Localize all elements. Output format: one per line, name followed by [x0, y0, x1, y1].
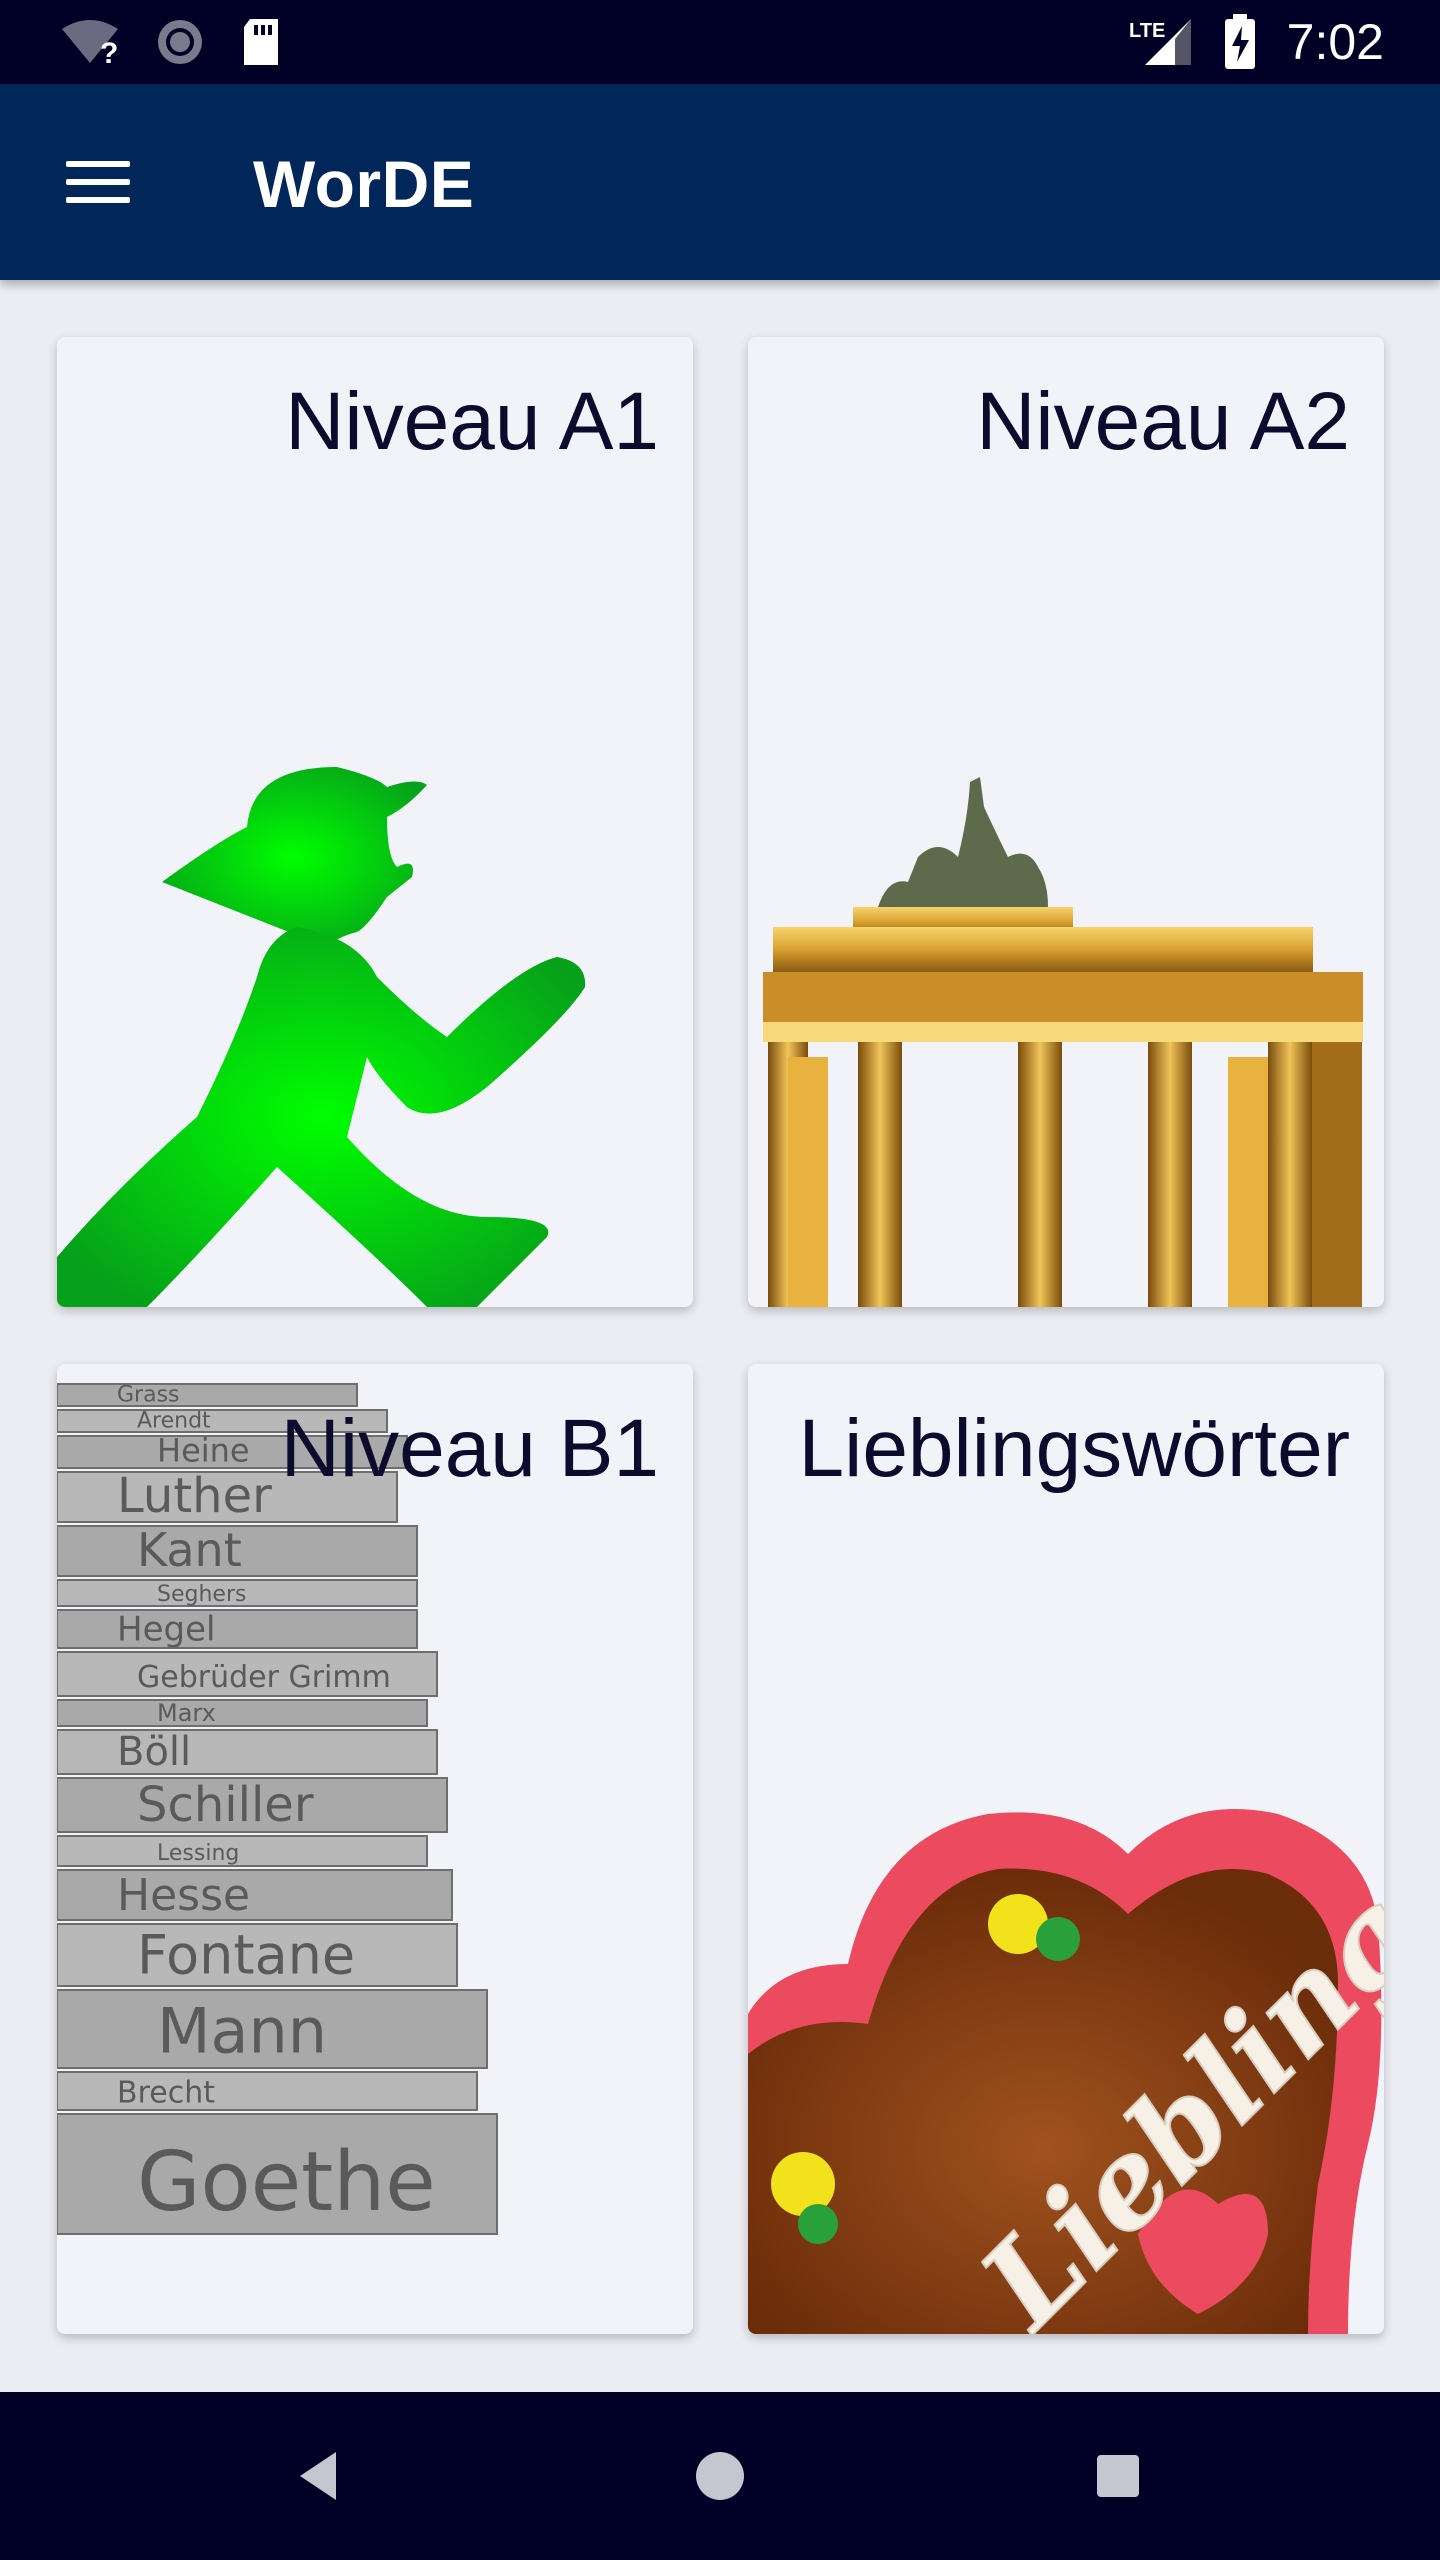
navigation-bar: [0, 2392, 1440, 2560]
card-title: Niveau A1: [285, 376, 659, 467]
book: Hegel: [57, 1609, 418, 1649]
book: Hesse: [57, 1869, 453, 1921]
card-title: Lieblingswörter: [798, 1403, 1351, 1494]
book: Gebrüder Grimm: [57, 1651, 438, 1697]
book: Brecht: [57, 2071, 478, 2111]
book-stack-icon: GrassArendtHeineLutherKant SeghersHegel Ge…: [57, 1383, 498, 2235]
book-title: Goethe: [137, 2135, 436, 2230]
app-bar: WorDE: [0, 84, 1440, 280]
hamburger-menu-icon[interactable]: [50, 144, 146, 220]
book-title: Lessing: [157, 1841, 239, 1866]
book-title: Brecht: [117, 2075, 215, 2110]
book: Böll: [57, 1729, 438, 1775]
status-icons-right: LTE 7:02: [1129, 0, 1384, 84]
book-title: Arendt: [137, 1409, 211, 1434]
sync-icon: [158, 20, 202, 64]
card-title: Niveau A2: [976, 376, 1350, 467]
brandenburg-gate-icon: [763, 777, 1363, 1307]
network-type-label: LTE: [1129, 20, 1165, 42]
card-niveau-a2[interactable]: Niveau A2: [748, 337, 1384, 1307]
battery-charging-icon: [1224, 14, 1255, 69]
signal-icon: LTE: [1129, 19, 1191, 65]
book-title: Marx: [157, 1699, 216, 1727]
app-title: WorDE: [253, 147, 475, 221]
home-icon[interactable]: [680, 2436, 760, 2516]
recents-icon[interactable]: [1078, 2436, 1158, 2516]
status-icons-left: ?: [60, 16, 282, 68]
wifi-unknown-icon: ?: [62, 20, 118, 67]
book: Goethe: [57, 2113, 498, 2235]
book-title: Mann: [157, 1994, 327, 2067]
card-niveau-a1[interactable]: Niveau A1: [57, 337, 693, 1307]
status-bar: ? LTE 7:02: [0, 0, 1440, 84]
book: Mann: [57, 1989, 488, 2069]
book: Kant: [57, 1523, 418, 1577]
ampelmann-icon: [57, 767, 586, 1307]
card-lieblingswoerter[interactable]: Lieblingswörter Liebling: [748, 1364, 1384, 2334]
svg-text:?: ?: [100, 37, 118, 67]
book: Seghers: [57, 1579, 418, 1607]
book-title: Heine: [157, 1432, 250, 1470]
book-title: Grass: [117, 1383, 180, 1408]
book-title: Luther: [117, 1468, 272, 1524]
book: Lessing: [57, 1835, 428, 1867]
book: Fontane: [57, 1923, 458, 1987]
book: Schiller: [57, 1777, 448, 1833]
sd-card-icon: [244, 19, 278, 65]
book-title: Seghers: [157, 1582, 246, 1607]
book-title: Böll: [117, 1729, 191, 1775]
gingerbread-heart-icon: Liebling: [748, 1809, 1384, 2334]
status-time: 7:02: [1286, 14, 1384, 70]
book-title: Hesse: [117, 1870, 250, 1921]
book-title: Schiller: [137, 1777, 314, 1833]
back-icon[interactable]: [280, 2436, 360, 2516]
book-title: Gebrüder Grimm: [137, 1660, 391, 1695]
card-title: Niveau B1: [280, 1403, 659, 1494]
book-title: Fontane: [137, 1924, 355, 1987]
book-title: Hegel: [117, 1609, 215, 1649]
book: Marx: [57, 1699, 428, 1727]
book-title: Kant: [137, 1523, 242, 1577]
card-niveau-b1[interactable]: Grass Arendt Heine Luther Kant Seghers Hegel Ge…: [57, 1364, 693, 2334]
